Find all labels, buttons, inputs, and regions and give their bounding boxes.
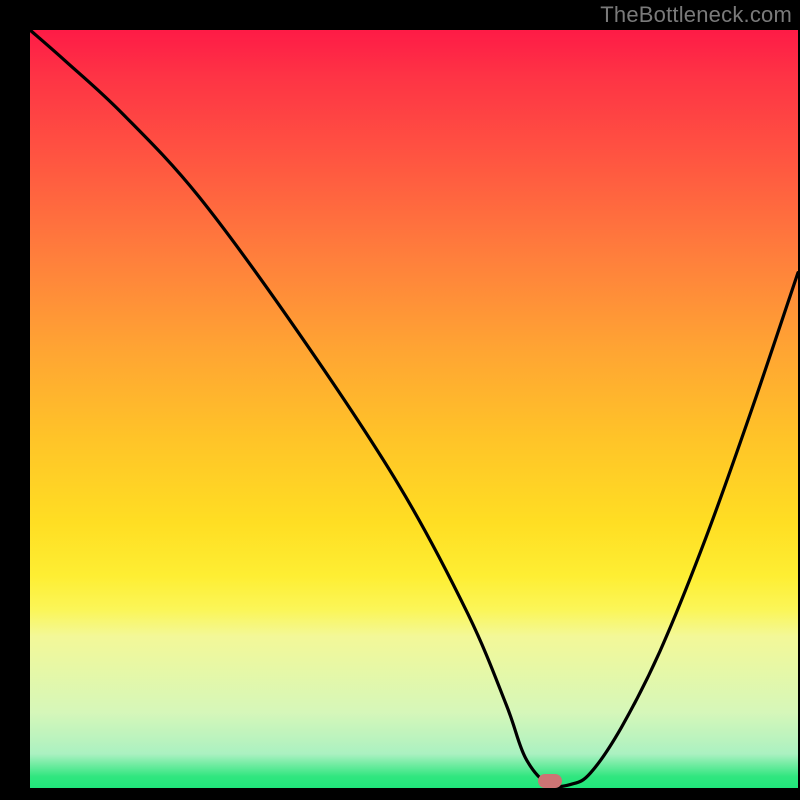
curve-path (30, 30, 798, 787)
optimal-marker (538, 774, 562, 788)
bottleneck-curve (30, 30, 798, 788)
chart-frame: TheBottleneck.com (0, 0, 800, 800)
watermark-label: TheBottleneck.com (600, 2, 792, 28)
